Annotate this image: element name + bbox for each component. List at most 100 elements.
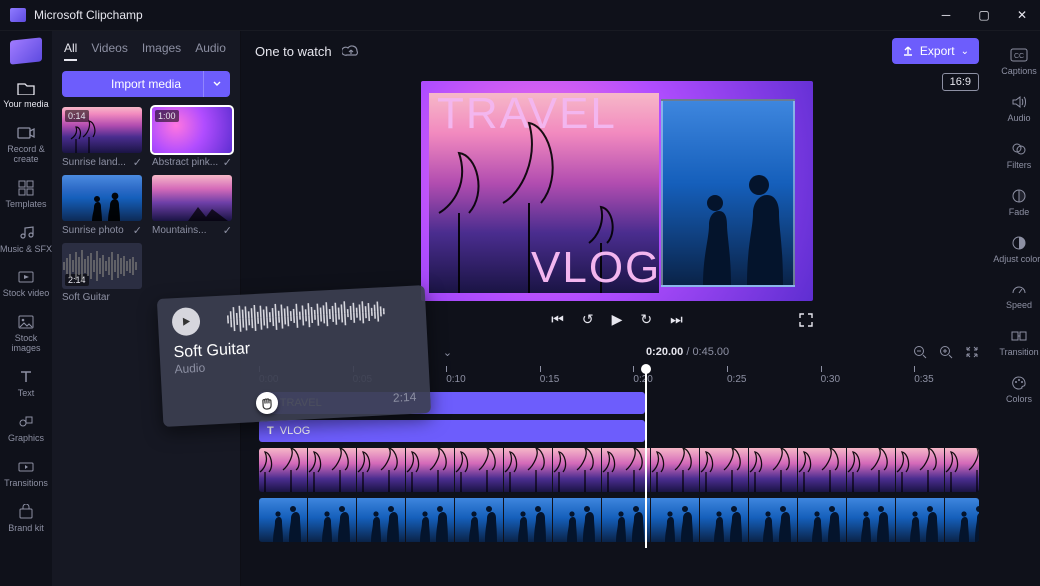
dragging-audio-card[interactable]: Soft Guitar Audio 2:14 — [157, 285, 431, 427]
skip-end-button[interactable]: ⏭ — [670, 311, 683, 328]
preview-text-travel: TRAVEL — [437, 89, 617, 139]
titlebar: Microsoft Clipchamp ─ ▢ ✕ — [0, 0, 1040, 31]
inspector-speed[interactable]: Speed — [993, 273, 1040, 318]
media-grid: 0:14 Sunrise land...✓ 1:00 Abstract pink… — [52, 107, 240, 303]
text-clip-label: VLOG — [280, 425, 311, 437]
media-thumbnail — [152, 175, 232, 221]
inspector-label: Audio — [1007, 114, 1030, 124]
adjust-icon — [1009, 234, 1029, 252]
import-media-label: Import media — [111, 77, 181, 91]
nav-label: Graphics — [8, 434, 44, 444]
media-added-icon: ✓ — [223, 224, 232, 237]
nav-transitions[interactable]: Transitions — [0, 452, 52, 495]
media-name: Sunrise photo — [62, 225, 124, 236]
nav-brand-kit[interactable]: Brand kit — [0, 497, 52, 540]
nav-label: Stock images — [0, 334, 52, 354]
project-title[interactable]: One to watch — [255, 44, 332, 59]
audio-waveform-icon — [209, 296, 412, 335]
media-name: Abstract pink... — [152, 157, 218, 168]
graphics-icon — [16, 413, 36, 431]
timeline-more-button[interactable]: ⌄ — [443, 346, 452, 359]
skip-start-button[interactable]: ⏮ — [551, 311, 564, 328]
inspector-captions[interactable]: CC Captions — [993, 39, 1040, 84]
inspector-adjust-colors[interactable]: Adjust colors — [993, 227, 1040, 272]
export-button[interactable]: Export ⌄ — [892, 38, 979, 64]
play-button[interactable]: ▶ — [612, 311, 623, 328]
nav-label: Your media — [3, 100, 48, 110]
stockimage-icon — [16, 313, 36, 331]
media-name: Sunrise land... — [62, 157, 126, 168]
colors-icon — [1009, 374, 1029, 392]
nav-templates[interactable]: Templates — [0, 173, 52, 216]
fade-icon — [1009, 187, 1029, 205]
inspector-transition[interactable]: Transition — [993, 320, 1040, 365]
media-item[interactable]: Mountains...✓ — [152, 175, 232, 237]
inspector-label: Transition — [999, 348, 1038, 358]
media-tabs: All Videos Images Audio — [52, 31, 240, 67]
preview-inset-photo — [661, 99, 795, 287]
chevron-down-icon: ⌄ — [961, 46, 969, 57]
inspector-colors[interactable]: Colors — [993, 367, 1040, 412]
text-clip-icon: T — [267, 425, 274, 437]
nav-stock-video[interactable]: Stock video — [0, 262, 52, 305]
media-item[interactable]: 1:00 Abstract pink...✓ — [152, 107, 232, 169]
transition-icon — [1009, 327, 1029, 345]
nav-text[interactable]: Text — [0, 362, 52, 405]
inspector-filters[interactable]: Filters — [993, 133, 1040, 178]
inspector-fade[interactable]: Fade — [993, 180, 1040, 225]
rewind-button[interactable]: ↺ — [582, 311, 594, 328]
tab-audio[interactable]: Audio — [195, 41, 226, 61]
zoom-fit-button[interactable] — [965, 345, 979, 359]
video-clip[interactable] — [259, 448, 979, 492]
tab-videos[interactable]: Videos — [91, 41, 127, 61]
nav-label: Stock video — [3, 289, 50, 299]
cloud-sync-icon[interactable] — [342, 44, 360, 58]
import-media-button[interactable]: Import media — [62, 71, 230, 97]
templates-icon — [16, 179, 36, 197]
app-logo-icon — [10, 8, 26, 22]
media-thumbnail: 2:14 — [62, 243, 142, 289]
inspector-label: Speed — [1006, 301, 1032, 311]
nav-stock-images[interactable]: Stock images — [0, 307, 52, 360]
nav-record-create[interactable]: Record & create — [0, 118, 52, 171]
media-item[interactable]: 0:14 Sunrise land...✓ — [62, 107, 142, 169]
nav-graphics[interactable]: Graphics — [0, 407, 52, 450]
brandkit-icon — [16, 503, 36, 521]
tab-images[interactable]: Images — [142, 41, 181, 61]
inspector-label: Captions — [1001, 67, 1037, 77]
window-maximize-button[interactable]: ▢ — [976, 8, 992, 22]
forward-button[interactable]: ↻ — [640, 311, 652, 328]
nav-label: Record & create — [0, 145, 52, 165]
media-thumbnail: 1:00 — [152, 107, 232, 153]
nav-label: Templates — [5, 200, 46, 210]
export-label: Export — [920, 44, 955, 58]
timeline-playhead[interactable] — [645, 370, 647, 548]
audio-icon — [1009, 93, 1029, 111]
nav-your-media[interactable]: Your media — [0, 73, 52, 116]
video-preview[interactable]: TRAVEL VLOG — [421, 81, 813, 301]
audio-card-length: 2:14 — [393, 390, 417, 405]
app-title: Microsoft Clipchamp — [34, 8, 143, 22]
nav-label: Music & SFX — [0, 245, 52, 255]
window-minimize-button[interactable]: ─ — [938, 8, 954, 22]
media-added-icon: ✓ — [133, 156, 142, 169]
tab-all[interactable]: All — [64, 41, 77, 61]
inspector-label: Fade — [1009, 208, 1030, 218]
media-name: Soft Guitar — [62, 292, 110, 303]
inspector-audio[interactable]: Audio — [993, 86, 1040, 131]
fullscreen-button[interactable] — [799, 313, 813, 327]
filters-icon — [1009, 140, 1029, 158]
zoom-in-button[interactable] — [939, 345, 953, 359]
inspector-label: Filters — [1007, 161, 1032, 171]
window-close-button[interactable]: ✕ — [1014, 8, 1030, 22]
zoom-out-button[interactable] — [913, 345, 927, 359]
import-media-dropdown[interactable] — [203, 71, 230, 97]
timeline-position: 0:20.00 / 0:45.00 — [646, 346, 729, 358]
audio-card-play-button[interactable] — [171, 307, 200, 336]
media-item[interactable]: 2:14 Soft Guitar — [62, 243, 142, 303]
nav-music-sfx[interactable]: Music & SFX — [0, 218, 52, 261]
video-clip[interactable] — [259, 498, 979, 542]
text-clip[interactable]: T VLOG — [259, 420, 645, 442]
aspect-ratio-button[interactable]: 16:9 — [942, 73, 979, 91]
media-item[interactable]: Sunrise photo✓ — [62, 175, 142, 237]
